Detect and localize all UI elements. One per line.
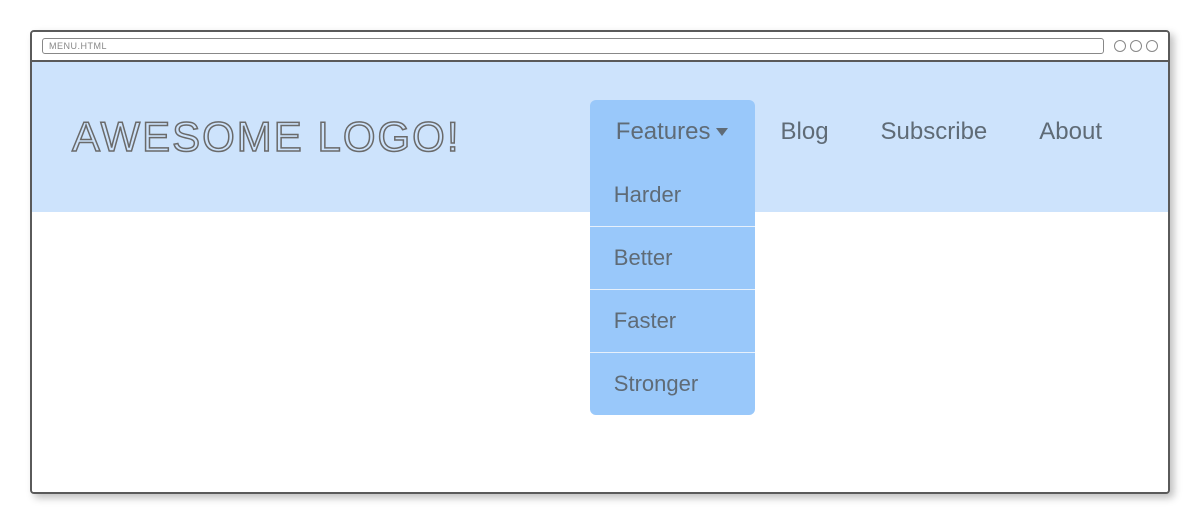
nav-link-blog[interactable]: Blog	[755, 100, 855, 164]
dropdown-item-faster[interactable]: Faster	[590, 290, 755, 353]
browser-chrome: MENU.HTML	[32, 32, 1168, 62]
nav-link-features[interactable]: Features	[590, 100, 755, 164]
nav-label-blog: Blog	[781, 118, 829, 146]
nav-label-features: Features	[616, 118, 711, 146]
window-close-icon[interactable]	[1146, 40, 1158, 52]
dropdown-item-stronger[interactable]: Stronger	[590, 353, 755, 415]
nav-label-about: About	[1039, 118, 1102, 146]
nav-item-blog[interactable]: Blog	[755, 100, 855, 164]
nav-label-subscribe: Subscribe	[881, 118, 988, 146]
header-bar: Awesome Logo! Features Harder Better Fas…	[32, 62, 1168, 212]
nav-link-subscribe[interactable]: Subscribe	[855, 100, 1014, 164]
dropdown-item-harder[interactable]: Harder	[590, 164, 755, 227]
nav-link-about[interactable]: About	[1013, 100, 1128, 164]
nav-item-features[interactable]: Features Harder Better Faster Stronger	[590, 100, 755, 164]
window-maximize-icon[interactable]	[1130, 40, 1142, 52]
nav-item-subscribe[interactable]: Subscribe	[855, 100, 1014, 164]
features-dropdown: Harder Better Faster Stronger	[590, 164, 755, 415]
logo: Awesome Logo!	[72, 113, 461, 161]
main-nav: Features Harder Better Faster Stronger	[590, 62, 1128, 212]
window-controls	[1114, 40, 1158, 52]
caret-down-icon	[715, 127, 729, 137]
dropdown-item-better[interactable]: Better	[590, 227, 755, 290]
window-minimize-icon[interactable]	[1114, 40, 1126, 52]
browser-window: MENU.HTML Awesome Logo! Features Har	[30, 30, 1170, 494]
url-bar[interactable]: MENU.HTML	[42, 38, 1104, 54]
page-content: Awesome Logo! Features Harder Better Fas…	[32, 62, 1168, 492]
nav-item-about[interactable]: About	[1013, 100, 1128, 164]
